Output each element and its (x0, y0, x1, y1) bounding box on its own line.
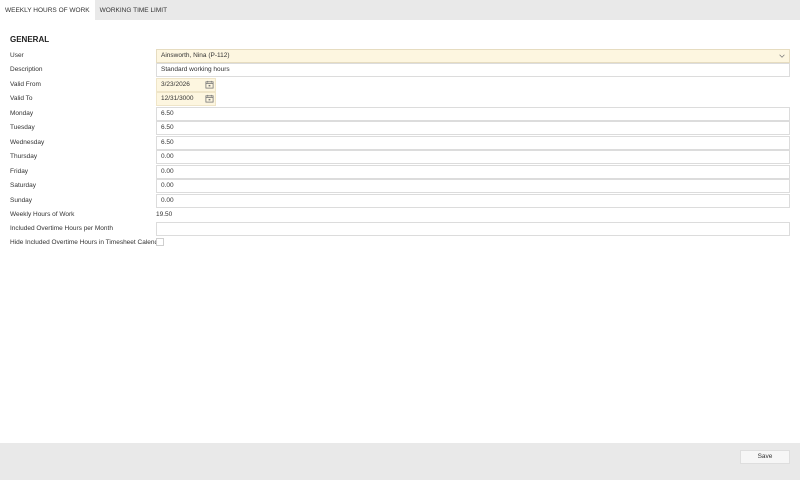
user-select[interactable]: Ainsworth, Nina (P-112) (156, 49, 790, 63)
user-label: User (10, 52, 24, 59)
chevron-down-icon[interactable] (779, 53, 785, 59)
wednesday-row: Wednesday 6.50 (0, 136, 800, 150)
saturday-input[interactable]: 0.00 (156, 179, 790, 193)
user-row: User Ainsworth, Nina (P-112) (0, 49, 800, 63)
saturday-label: Saturday (10, 182, 37, 189)
friday-label: Friday (10, 168, 29, 175)
hide-overtime-row: Hide Included Overtime Hours in Timeshee… (0, 236, 800, 250)
valid-to-row: Valid To 12/31/3000 (0, 92, 800, 106)
description-label: Description (10, 66, 43, 73)
monday-input[interactable]: 6.50 (156, 107, 790, 121)
footer-bar: Save (0, 443, 800, 480)
friday-input[interactable]: 0.00 (156, 165, 790, 179)
hide-overtime-checkbox[interactable] (156, 238, 164, 246)
hide-overtime-label: Hide Included Overtime Hours in Timeshee… (10, 239, 164, 246)
tab-working-time-limit[interactable]: WORKING TIME LIMIT (95, 0, 172, 20)
monday-row: Monday 6.50 (0, 107, 800, 121)
weekly-hours-label: Weekly Hours of Work (10, 211, 75, 218)
weekly-hours-value: 19.50 (156, 209, 790, 223)
description-input[interactable]: Standard working hours (156, 63, 790, 77)
included-overtime-label: Included Overtime Hours per Month (10, 225, 113, 232)
tab-weekly-hours-of-work[interactable]: WEEKLY HOURS OF WORK (0, 0, 95, 20)
weekly-hours-row: Weekly Hours of Work 19.50 (0, 208, 800, 223)
description-row: Description Standard working hours (0, 63, 800, 77)
included-overtime-row: Included Overtime Hours per Month (0, 222, 800, 236)
tuesday-label: Tuesday (10, 124, 35, 131)
thursday-row: Thursday 0.00 (0, 150, 800, 164)
save-button[interactable]: Save (740, 450, 790, 464)
sunday-label: Sunday (10, 197, 33, 204)
sunday-input[interactable]: 0.00 (156, 194, 790, 208)
saturday-row: Saturday 0.00 (0, 179, 800, 193)
monday-label: Monday (10, 110, 34, 117)
wednesday-input[interactable]: 6.50 (156, 136, 790, 150)
thursday-label: Thursday (10, 153, 38, 160)
valid-from-row: Valid From 3/23/2026 (0, 78, 800, 92)
thursday-input[interactable]: 0.00 (156, 150, 790, 164)
valid-to-label: Valid To (10, 95, 33, 102)
section-title: GENERAL (10, 35, 50, 44)
valid-from-label: Valid From (10, 81, 41, 88)
included-overtime-input[interactable] (156, 222, 790, 236)
friday-row: Friday 0.00 (0, 165, 800, 179)
calendar-icon[interactable] (205, 94, 214, 103)
tuesday-row: Tuesday 6.50 (0, 121, 800, 135)
user-value: Ainsworth, Nina (P-112) (161, 52, 230, 59)
tuesday-input[interactable]: 6.50 (156, 121, 790, 135)
sunday-row: Sunday 0.00 (0, 194, 800, 208)
calendar-icon[interactable] (205, 80, 214, 89)
tab-bar: WEEKLY HOURS OF WORK WORKING TIME LIMIT (0, 0, 800, 20)
wednesday-label: Wednesday (10, 139, 45, 146)
